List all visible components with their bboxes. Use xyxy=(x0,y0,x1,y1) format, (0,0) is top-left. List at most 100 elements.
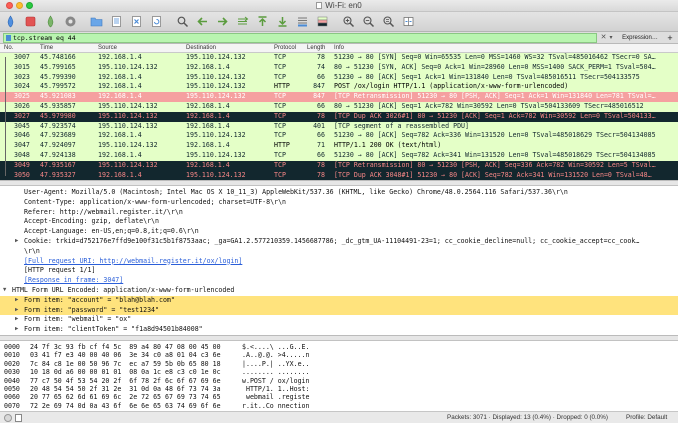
detail-line[interactable]: Accept-Encoding: gzip, deflate\r\n xyxy=(0,217,678,227)
packet-no: 3047 xyxy=(14,141,30,150)
packet-row[interactable]: 3027 45.979980 195.110.124.132 192.168.1.4 T… xyxy=(0,111,678,122)
hex-line[interactable]: 0020 7c 84 c8 1e 00 50 96 7c ec a7 59 5b … xyxy=(0,360,678,368)
packet-time: 45.799165 xyxy=(40,62,76,71)
packet-row[interactable]: 3024 45.799572 192.168.1.4 195.110.124.132 H… xyxy=(0,82,678,93)
packet-row[interactable]: 3007 45.748166 192.168.1.4 195.110.124.132 T… xyxy=(0,53,678,63)
packet-details-pane[interactable]: User-Agent: Mozilla/5.0 (Macintosh; Inte… xyxy=(0,186,678,336)
go-first-button[interactable] xyxy=(256,15,269,28)
capture-comment-icon[interactable] xyxy=(15,414,22,422)
packet-time: 47.935167 xyxy=(40,160,76,169)
add-filter-button[interactable]: + xyxy=(665,32,675,44)
hex-line[interactable]: 0040 77 c7 50 4f 53 54 20 2f 6f 78 2f 6c … xyxy=(0,377,678,385)
open-file-button[interactable] xyxy=(90,15,103,28)
display-filter-field xyxy=(3,33,597,43)
column-header-protocol[interactable]: Protocol xyxy=(274,45,296,51)
expanded-arrow-icon[interactable]: ▼ xyxy=(3,286,6,296)
collapsed-arrow-icon[interactable]: ▶ xyxy=(15,237,18,247)
go-back-button[interactable] xyxy=(196,15,209,28)
bookmark-icon[interactable] xyxy=(6,35,11,41)
zoom-normal-button[interactable] xyxy=(382,15,395,28)
zoom-in-button[interactable] xyxy=(342,15,355,28)
column-header-info[interactable]: Info xyxy=(334,45,344,51)
stop-capture-button[interactable] xyxy=(24,15,37,28)
collapsed-arrow-icon[interactable]: ▶ xyxy=(15,306,18,316)
colorize-button[interactable] xyxy=(316,15,329,28)
hex-bytes: 7c 84 c8 1e 00 50 96 7c ec a7 59 5b 0b 6… xyxy=(30,359,221,368)
packet-length: 847 xyxy=(313,92,325,101)
filter-history-icon[interactable]: ▾ xyxy=(607,33,615,43)
packet-row[interactable]: 3026 45.935857 195.110.124.132 192.168.1.4 T… xyxy=(0,102,678,112)
packet-source: 192.168.1.4 xyxy=(98,72,142,81)
detail-line[interactable]: ▶ Cookie: trkid=d752176e7ffd9e100f31c5b1f… xyxy=(0,237,678,247)
go-last-button[interactable] xyxy=(276,15,289,28)
packet-row[interactable]: 3049 47.935167 195.110.124.132 192.168.1.4 T… xyxy=(0,160,678,171)
detail-line[interactable]: \r\n xyxy=(0,247,678,257)
collapsed-arrow-icon[interactable]: ▶ xyxy=(15,315,18,325)
zoom-in-icon xyxy=(343,16,355,28)
save-file-button[interactable] xyxy=(110,15,123,28)
packet-source: 192.168.1.4 xyxy=(98,151,142,159)
detail-link[interactable]: [Full request URI: http://webmail.regist… xyxy=(24,257,242,267)
close-file-button[interactable] xyxy=(130,15,143,28)
hex-line[interactable]: 0070 72 2e 69 74 0d 0a 43 6f 6e 6e 65 63 … xyxy=(0,402,678,410)
hex-line[interactable]: 0050 20 48 54 54 50 2f 31 2e 31 0d 0a 48 … xyxy=(0,385,678,393)
title-bar: Wi-Fi: en0 xyxy=(0,0,678,12)
column-header-source[interactable]: Source xyxy=(98,45,117,51)
column-header-no[interactable]: No. xyxy=(4,45,13,51)
go-forward-button[interactable] xyxy=(216,15,229,28)
packet-row[interactable]: 3015 45.799165 195.110.124.132 192.168.1.4 T… xyxy=(0,62,678,73)
hex-ascii: ........ ........ xyxy=(242,368,310,377)
detail-line[interactable]: ▶ Form item: "clientToken" = "f1a8d94501b… xyxy=(0,325,678,335)
detail-line[interactable]: Accept-Language: en-US,en;q=0.8,it;q=0.6… xyxy=(0,227,678,237)
packet-destination: 195.110.124.132 xyxy=(186,170,246,179)
expert-info-icon[interactable] xyxy=(4,414,12,422)
auto-scroll-button[interactable] xyxy=(296,15,309,28)
detail-line[interactable]: ▶ Form item: "webmail" = "ox" xyxy=(0,315,678,325)
hex-line[interactable]: 0010 03 41 f7 e3 40 00 40 06 3e 34 c0 a8 … xyxy=(0,351,678,359)
packet-row[interactable]: 3046 47.923689 192.168.1.4 195.110.124.132 T… xyxy=(0,131,678,142)
reload-button[interactable] xyxy=(150,15,163,28)
column-header-time[interactable]: Time xyxy=(40,45,53,51)
detail-line[interactable]: ▼ HTML Form URL Encoded: application/x-ww… xyxy=(0,286,678,296)
hex-line[interactable]: 0030 10 18 0d a6 00 00 01 01 08 0a 1c e8 … xyxy=(0,368,678,376)
capture-options-button[interactable] xyxy=(64,15,77,28)
find-packet-button[interactable] xyxy=(176,15,189,28)
display-filter-input[interactable] xyxy=(13,34,583,42)
resize-columns-icon xyxy=(403,17,414,26)
detail-line[interactable]: ▶ Form item: "account" = "blah@blah.com" xyxy=(0,295,678,306)
go-to-packet-button[interactable] xyxy=(236,15,249,28)
column-header-destination[interactable]: Destination xyxy=(186,45,216,51)
detail-line[interactable]: ▶ Form item: "password" = "test1234" xyxy=(0,305,678,316)
packet-row[interactable]: 3048 47.924138 192.168.1.4 195.110.124.132 T… xyxy=(0,151,678,161)
packet-row[interactable]: 3047 47.924097 195.110.124.132 192.168.1.4 H… xyxy=(0,141,678,151)
start-capture-button[interactable] xyxy=(4,15,17,28)
packet-row[interactable]: 3050 47.935327 192.168.1.4 195.110.124.132 T… xyxy=(0,170,678,180)
packet-bytes-pane[interactable]: 0000 24 7f 3c 93 fb cf f4 5c 89 a4 80 47 … xyxy=(0,341,678,411)
resize-columns-button[interactable] xyxy=(402,15,415,28)
packet-list[interactable]: 3007 45.748166 192.168.1.4 195.110.124.132 T… xyxy=(0,53,678,181)
hex-line[interactable]: 0000 24 7f 3c 93 fb cf f4 5c 89 a4 80 47 … xyxy=(0,343,678,351)
packet-length: 78 xyxy=(317,53,325,61)
zoom-out-button[interactable] xyxy=(362,15,375,28)
packet-row[interactable]: 3045 47.923574 195.110.124.132 192.168.1.4 T… xyxy=(0,121,678,132)
detail-line[interactable]: Content-Type: application/x-www-form-url… xyxy=(0,198,678,208)
packet-row[interactable]: 3023 45.799390 192.168.1.4 195.110.124.132 T… xyxy=(0,72,678,83)
detail-line[interactable]: [Response in frame: 3047] xyxy=(0,276,678,286)
detail-line[interactable]: [HTTP request 1/1] xyxy=(0,266,678,276)
detail-link[interactable]: [Response in frame: 3047] xyxy=(24,276,123,286)
zoom-normal-icon xyxy=(383,16,395,28)
detail-line[interactable]: User-Agent: Mozilla/5.0 (Macintosh; Inte… xyxy=(0,188,678,198)
packet-source: 192.168.1.4 xyxy=(98,53,142,61)
profile-selector[interactable]: Profile: Default xyxy=(626,414,667,421)
detail-line[interactable]: Referer: http://webmail.register.it/\r\n xyxy=(0,208,678,218)
restart-capture-button[interactable] xyxy=(44,15,57,28)
packet-row[interactable]: 3025 45.921083 192.168.1.4 195.110.124.132 T… xyxy=(0,92,678,102)
packet-destination: 195.110.124.132 xyxy=(186,131,246,140)
hex-line[interactable]: 0060 20 77 65 62 6d 61 69 6c 2e 72 65 67 … xyxy=(0,393,678,401)
detail-line[interactable]: [Full request URI: http://webmail.regist… xyxy=(0,257,678,267)
column-header-length[interactable]: Length xyxy=(307,45,325,51)
collapsed-arrow-icon[interactable]: ▶ xyxy=(15,325,18,335)
packet-source: 192.168.1.4 xyxy=(98,82,142,91)
collapsed-arrow-icon[interactable]: ▶ xyxy=(15,296,18,306)
expression-button[interactable]: Expression… xyxy=(618,32,662,44)
